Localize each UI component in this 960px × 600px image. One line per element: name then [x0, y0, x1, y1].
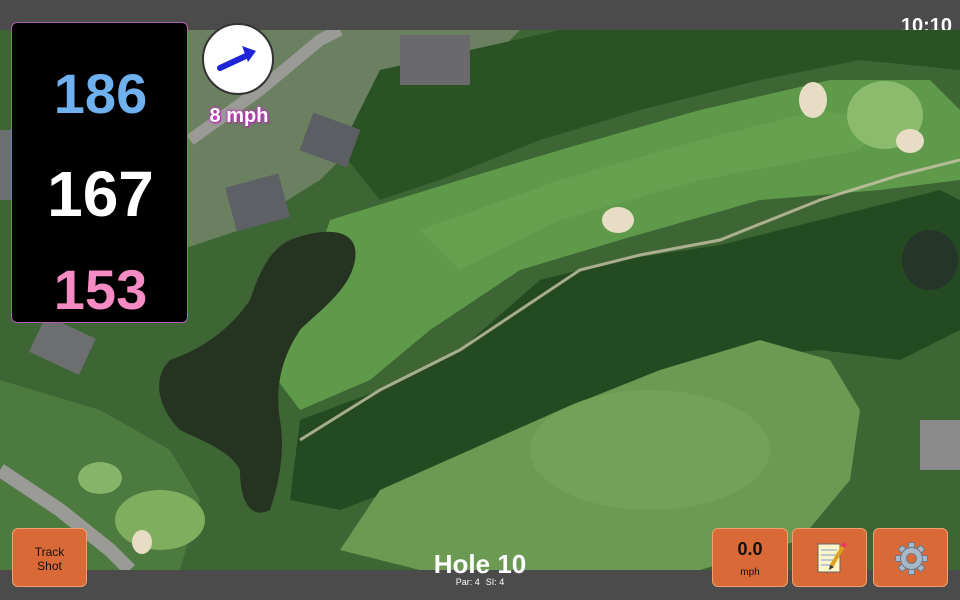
settings-button[interactable]: [873, 528, 948, 587]
middle-distance: 167: [47, 158, 154, 230]
notepad-icon: [817, 541, 847, 573]
wind-button-value: 0.0: [737, 539, 763, 559]
wind-button[interactable]: 0.0 mph: [712, 528, 788, 587]
track-shot-label-line1: Track: [34, 545, 65, 559]
wind-direction-indicator: [202, 23, 274, 95]
track-shot-label-line2: Shot: [37, 559, 62, 573]
track-shot-button[interactable]: Track Shot: [12, 528, 87, 587]
hole-title: Hole 10: [433, 549, 527, 579]
wind-button-unit: mph: [740, 567, 760, 578]
arrow-icon: [217, 46, 256, 71]
gear-icon: [895, 542, 928, 575]
back-distance: 186: [53, 62, 148, 125]
hole-stroke-index: SI: 4: [485, 577, 505, 587]
wind-speed-label: 8 mph: [209, 105, 269, 127]
distance-panel: 186 167 153: [11, 22, 188, 323]
hole-info: Par: 4 SI: 4: [380, 577, 580, 587]
front-distance: 153: [53, 258, 148, 321]
notes-button[interactable]: [792, 528, 867, 587]
hole-par: Par: 4: [455, 577, 480, 587]
